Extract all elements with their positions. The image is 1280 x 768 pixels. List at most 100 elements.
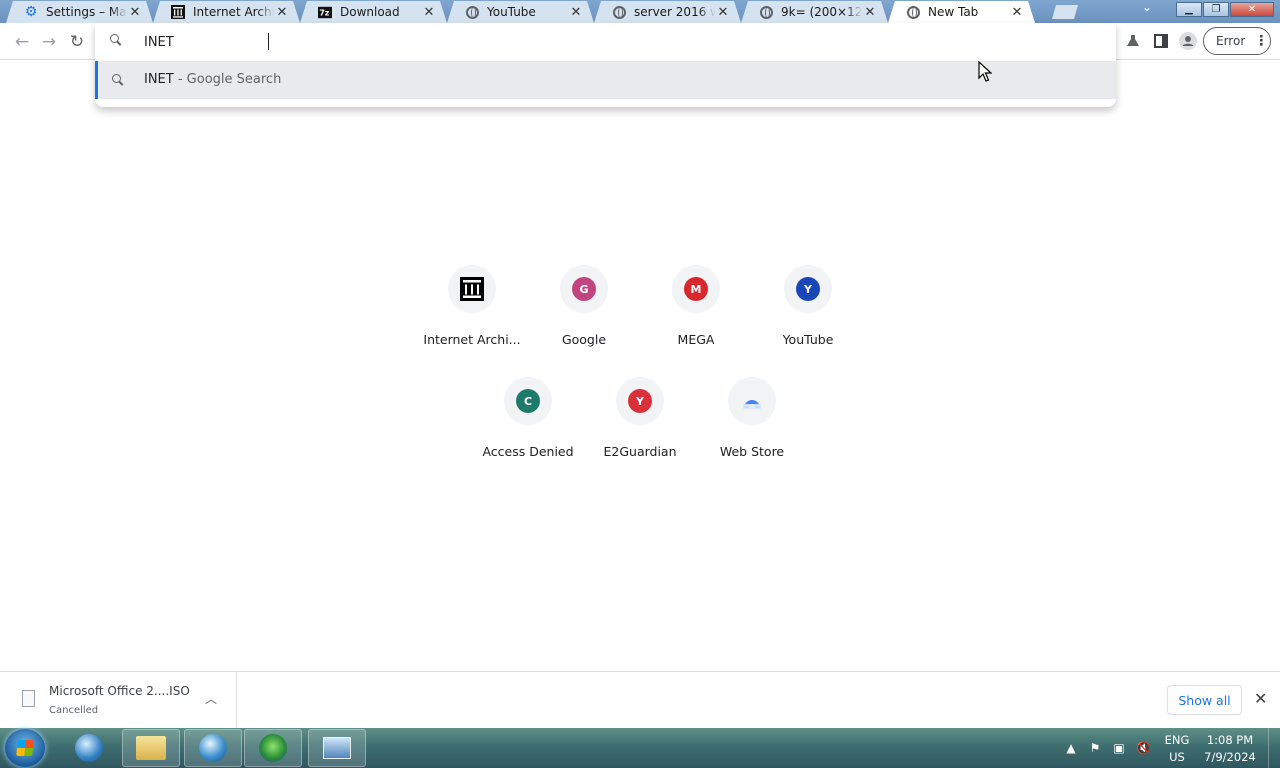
shortcut-mega[interactable]: M MEGA: [640, 265, 752, 377]
close-window-button[interactable]: ✕: [1230, 2, 1274, 17]
shortcut-icon-circle: M: [672, 265, 720, 313]
close-icon[interactable]: ✕: [715, 5, 731, 20]
windows-logo-icon: [16, 740, 34, 756]
start-button[interactable]: [5, 729, 45, 767]
close-icon[interactable]: ✕: [274, 5, 290, 20]
omnibox-dropdown: INET - Google Search: [95, 23, 1116, 107]
labs-button[interactable]: [1123, 31, 1143, 51]
shortcut-label: Google: [561, 332, 607, 347]
taskbar-chrome[interactable]: [184, 729, 242, 767]
tab-download[interactable]: 7z Download ✕: [300, 1, 447, 23]
close-icon[interactable]: ✕: [568, 5, 584, 20]
shortcut-icon-circle: G: [560, 265, 608, 313]
window-icon: [323, 737, 351, 759]
shortcut-label: E2Guardian: [603, 444, 677, 459]
browser-window: { "tabs": [ {"title": "Settings – Manage…: [0, 0, 1280, 768]
folder-icon: [136, 736, 166, 760]
letter-icon: Y: [796, 277, 820, 301]
error-label: Error: [1216, 34, 1246, 48]
close-icon[interactable]: ✕: [1254, 689, 1267, 708]
omnibox-suggestion[interactable]: INET - Google Search: [95, 61, 1116, 99]
gear-icon: ⚙: [24, 4, 38, 20]
archive-icon: [460, 277, 484, 301]
language-label: ENG: [1164, 733, 1190, 747]
taskbar-download-manager[interactable]: [244, 729, 302, 767]
back-button[interactable]: ←: [11, 31, 33, 53]
suggestion-description: - Google Search: [173, 72, 282, 87]
reload-button[interactable]: ↻: [66, 31, 88, 53]
globe-icon: [612, 5, 626, 19]
volume-muted-icon[interactable]: 🔇: [1136, 741, 1151, 755]
shortcut-internet-archive[interactable]: Internet Archi...: [416, 265, 528, 377]
flag-icon[interactable]: ⚑: [1088, 741, 1102, 755]
shortcut-icon-circle: C: [504, 377, 552, 425]
search-icon: [110, 34, 122, 46]
shortcut-access-denied[interactable]: C Access Denied: [472, 377, 584, 489]
letter-icon: C: [516, 389, 540, 413]
7zip-icon: 7z: [318, 5, 332, 19]
tab-title: server 2016 wallpaper: [634, 5, 707, 19]
search-icon: [112, 74, 124, 86]
omnibox: [95, 23, 1116, 59]
tab-server-2016[interactable]: server 2016 wallpaper ✕: [594, 1, 741, 23]
minimize-button[interactable]: ▁: [1176, 2, 1202, 17]
shortcut-web-store[interactable]: Web Store: [696, 377, 808, 489]
download-filename: Microsoft Office 2....ISO: [49, 684, 190, 698]
close-icon[interactable]: ✕: [1009, 5, 1025, 20]
globe-icon: [759, 5, 773, 19]
tab-settings[interactable]: ⚙ Settings – Manage ✕: [6, 1, 153, 23]
archive-icon: [171, 5, 185, 19]
shortcut-label: YouTube: [782, 332, 834, 347]
webstore-icon: [743, 400, 761, 409]
download-manager-icon: [259, 734, 287, 762]
tab-youtube[interactable]: YouTube ✕: [447, 1, 594, 23]
taskbar-window[interactable]: [308, 729, 366, 767]
close-icon[interactable]: ✕: [421, 5, 437, 20]
show-hidden-icons[interactable]: ▲: [1064, 741, 1078, 755]
download-item[interactable]: Microsoft Office 2....ISO Cancelled ︿: [0, 672, 237, 728]
tab-title: YouTube: [487, 5, 536, 19]
svg-text:7z: 7z: [319, 8, 329, 17]
taskbar-explorer[interactable]: [122, 729, 180, 767]
mouse-cursor-icon: [978, 61, 992, 82]
clock-time: 1:08 PM: [1206, 733, 1254, 747]
maximize-button[interactable]: ❐: [1203, 2, 1229, 17]
taskbar-browser-app[interactable]: [60, 729, 118, 767]
show-all-button[interactable]: Show all: [1167, 685, 1242, 715]
tab-new-tab[interactable]: New Tab ✕: [888, 1, 1035, 23]
close-icon[interactable]: ✕: [127, 5, 143, 20]
address-bar-input[interactable]: [144, 31, 1044, 53]
shortcut-label: Internet Archi...: [423, 332, 521, 347]
profile-button[interactable]: [1178, 31, 1198, 51]
clock-date: 7/9/2024: [1204, 750, 1256, 764]
shortcut-icon-circle: [728, 377, 776, 425]
tab-title: Internet Archive: [193, 5, 274, 19]
side-panel-button[interactable]: [1151, 31, 1171, 51]
clock[interactable]: 1:08 PM 7/9/2024: [1200, 732, 1260, 766]
shortcut-youtube[interactable]: Y YouTube: [752, 265, 864, 377]
tab-internet-archive[interactable]: Internet Archive ✕: [153, 1, 300, 23]
text-caret: [268, 33, 269, 50]
close-icon[interactable]: ✕: [862, 5, 878, 20]
tab-search-chevron-icon[interactable]: ⌄: [1142, 0, 1152, 14]
taskbar: ▲ ⚑ ▣ 🔇 ENG US 1:08 PM 7/9/2024: [0, 728, 1280, 768]
shortcut-icon-circle: Y: [616, 377, 664, 425]
new-tab-button[interactable]: [1052, 5, 1078, 19]
error-menu-button[interactable]: Error ⋮: [1203, 27, 1271, 55]
tab-9k-image[interactable]: 9k= (200×125) ✕: [741, 1, 888, 23]
network-icon[interactable]: ▣: [1112, 741, 1126, 755]
shortcut-e2guardian[interactable]: Y E2Guardian: [584, 377, 696, 489]
chevron-up-icon[interactable]: ︿: [205, 690, 217, 707]
show-desktop-button[interactable]: [1268, 728, 1280, 768]
side-panel-icon: [1154, 34, 1168, 48]
reload-icon: ↻: [69, 32, 85, 52]
language-indicator[interactable]: ENG US: [1160, 732, 1194, 766]
globe-icon: [906, 5, 920, 19]
shortcut-google[interactable]: G Google: [528, 265, 640, 377]
arrow-right-icon: →: [41, 32, 57, 52]
flask-icon: [1127, 35, 1139, 46]
region-label: US: [1169, 750, 1185, 764]
suggestion-query: INET: [144, 72, 174, 87]
download-shelf: Microsoft Office 2....ISO Cancelled ︿ Sh…: [0, 671, 1280, 728]
forward-button[interactable]: →: [38, 31, 60, 53]
